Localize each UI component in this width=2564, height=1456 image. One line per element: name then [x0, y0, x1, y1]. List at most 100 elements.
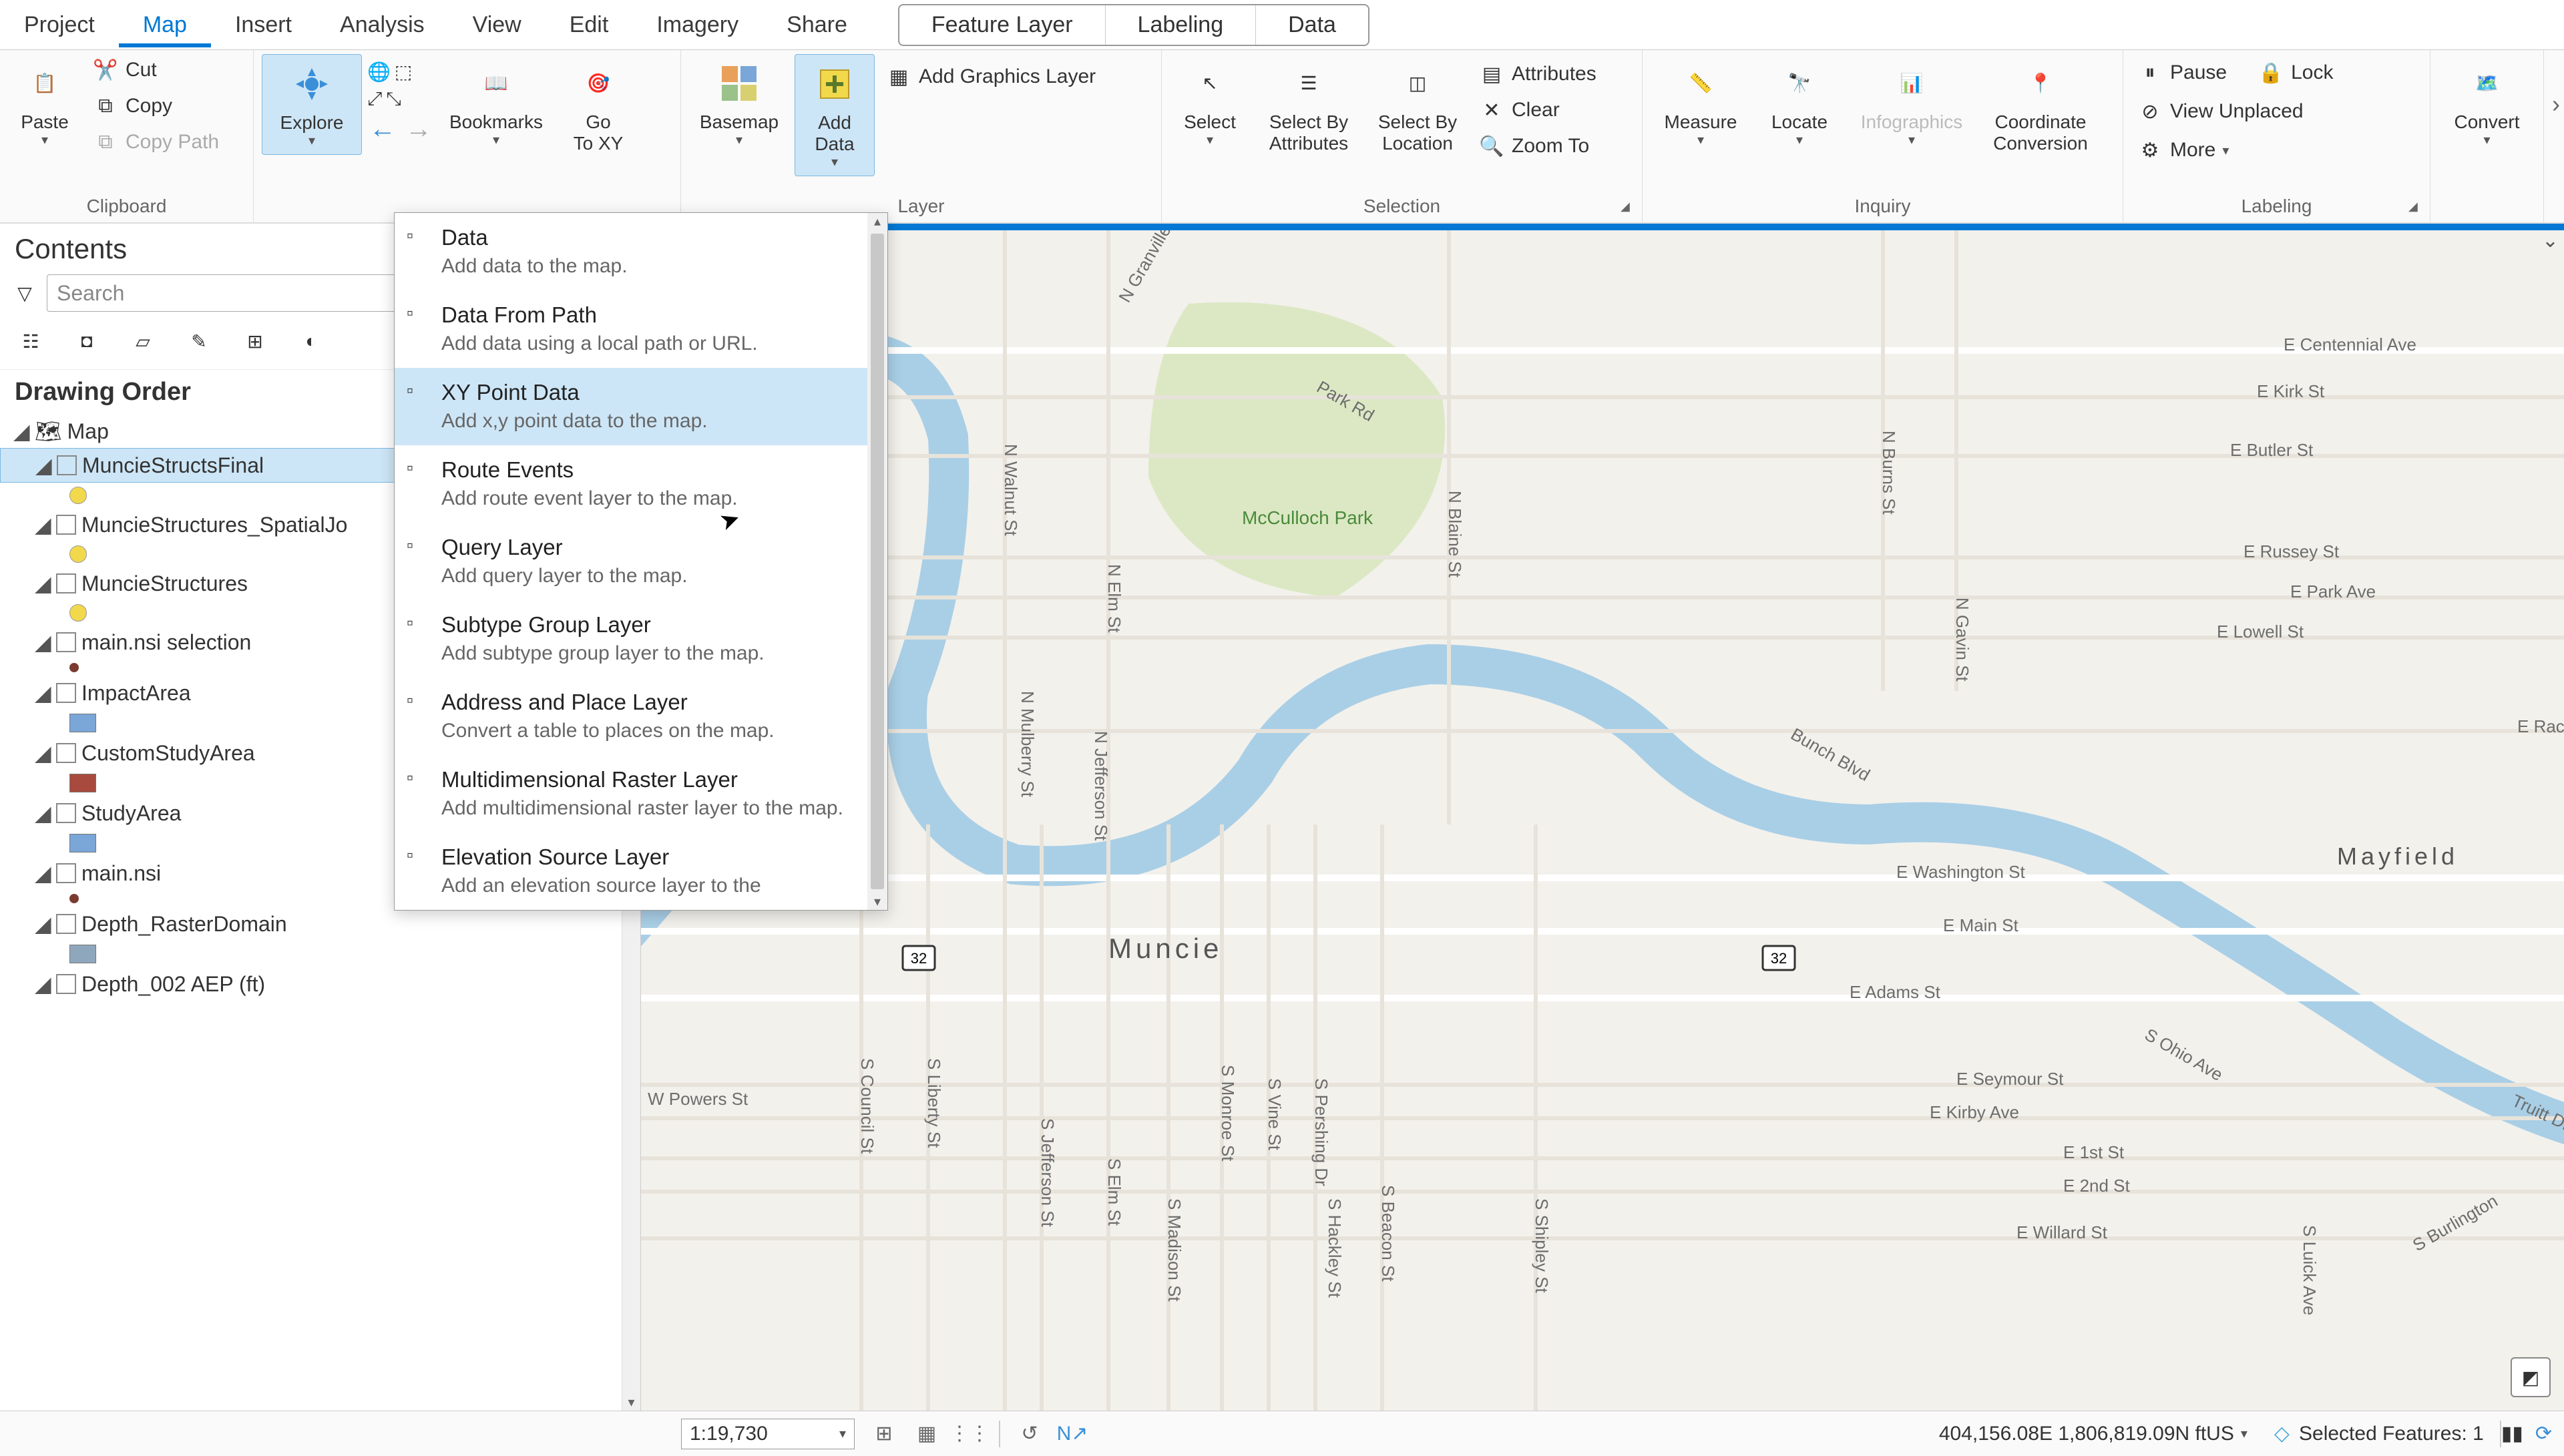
go-to-xy-button[interactable]: 🎯 Go To XY — [558, 54, 638, 160]
labeling-more-button[interactable]: ⚙More ▾ — [2131, 134, 2338, 166]
layer-row[interactable]: ◢Depth_002 AEP (ft) — [0, 967, 640, 1001]
context-tab-labeling[interactable]: Labeling — [1106, 5, 1257, 45]
refresh-button[interactable]: ⟳ — [2535, 1422, 2552, 1445]
visibility-checkbox[interactable] — [57, 455, 77, 475]
pause-drawing-button[interactable]: ▮▮ — [2501, 1422, 2523, 1445]
map-view[interactable]: ⌄ — [641, 224, 2564, 1411]
convert-button[interactable]: 🗺️ Convert▾ — [2438, 54, 2535, 154]
map-canvas[interactable]: 32 32 973 ft McCulloch Park Muncie Mayfi… — [641, 224, 2564, 1411]
layer-row[interactable]: ◢Depth_RasterDomain — [0, 907, 640, 941]
pause-labeling-button[interactable]: ⏸Pause — [2131, 57, 2232, 89]
expand-icon[interactable]: ◢ — [35, 512, 51, 537]
visibility-checkbox[interactable] — [56, 515, 76, 535]
tab-edit[interactable]: Edit — [546, 3, 633, 47]
dropdown-item[interactable]: ▫Multidimensional Raster LayerAdd multid… — [395, 755, 887, 832]
map-navigator-button[interactable]: ◩ — [2511, 1357, 2551, 1397]
visibility-checkbox[interactable] — [56, 914, 76, 934]
attributes-button[interactable]: ▤Attributes — [1473, 58, 1602, 90]
expand-icon[interactable]: ◢ — [35, 740, 51, 766]
filter-icon[interactable]: ▽ — [9, 278, 40, 308]
expand-icon[interactable]: ◢ — [13, 419, 29, 444]
dropdown-item[interactable]: ▫Route EventsAdd route event layer to th… — [395, 445, 887, 523]
copy-path-button[interactable]: ⧉Copy Path — [87, 126, 224, 158]
tab-analysis[interactable]: Analysis — [316, 3, 449, 47]
zoom-in-icon[interactable]: ⤢ — [367, 88, 382, 110]
dropdown-item[interactable]: ▫Elevation Source LayerAdd an elevation … — [395, 832, 887, 910]
paste-button[interactable]: 📋 Paste ▾ — [8, 54, 81, 154]
tab-insert[interactable]: Insert — [211, 3, 316, 47]
back-button[interactable]: ← — [369, 114, 396, 144]
expand-icon[interactable]: ◢ — [35, 911, 51, 937]
list-by-snapping[interactable]: ⊞ — [236, 322, 274, 360]
expand-icon[interactable]: ◢ — [35, 861, 51, 886]
select-by-location-button[interactable]: ◫ Select By Location — [1367, 54, 1468, 160]
tab-view[interactable]: View — [449, 3, 546, 47]
zoom-out-icon[interactable]: ⤡ — [386, 88, 401, 110]
dynamic-icon[interactable]: N↗ — [1059, 1421, 1086, 1447]
select-by-attributes-button[interactable]: ☰ Select By Attributes — [1255, 54, 1362, 160]
tab-map[interactable]: Map — [119, 3, 211, 47]
expand-icon[interactable]: ◢ — [35, 680, 51, 706]
list-by-selection[interactable]: ▱ — [124, 322, 162, 360]
basemap-button[interactable]: Basemap ▾ — [689, 54, 789, 154]
tab-project[interactable]: Project — [0, 3, 119, 47]
visibility-checkbox[interactable] — [56, 863, 76, 883]
clear-button[interactable]: ✕Clear — [1473, 94, 1602, 126]
grid-icon[interactable]: ▦ — [913, 1421, 940, 1447]
expand-icon[interactable]: ◢ — [35, 800, 51, 826]
lock-labeling-button[interactable]: 🔒Lock — [2252, 57, 2338, 89]
view-unplaced-button[interactable]: ⊘View Unplaced — [2131, 95, 2338, 128]
visibility-checkbox[interactable] — [56, 683, 76, 703]
visibility-checkbox[interactable] — [56, 803, 76, 823]
explore-button[interactable]: Explore ▾ — [262, 54, 362, 155]
constraints-icon[interactable]: ⋮⋮ — [956, 1421, 983, 1447]
measure-button[interactable]: 📏 Measure▾ — [1651, 54, 1751, 154]
select-button[interactable]: ↖ Select▾ — [1170, 54, 1250, 154]
bookmarks-button[interactable]: 📖 Bookmarks ▾ — [439, 54, 553, 154]
dropdown-item[interactable]: ▫Query LayerAdd query layer to the map. — [395, 523, 887, 600]
add-graphics-layer-button[interactable]: ▦Add Graphics Layer — [880, 61, 1101, 93]
locate-button[interactable]: 🔭 Locate▾ — [1756, 54, 1843, 154]
list-by-editing[interactable]: ✎ — [180, 322, 218, 360]
dropdown-scrollbar[interactable]: ▴▾ — [867, 213, 887, 910]
context-tab-data[interactable]: Data — [1256, 5, 1368, 45]
dropdown-item[interactable]: ▫DataAdd data to the map. — [395, 213, 887, 290]
visibility-checkbox[interactable] — [56, 974, 76, 994]
zoom-full-icon[interactable]: ⬚ — [395, 61, 412, 83]
snap-icon[interactable]: ⊞ — [871, 1421, 897, 1447]
layer-symbol[interactable] — [0, 941, 640, 967]
tab-share[interactable]: Share — [763, 3, 871, 47]
infographics-button[interactable]: 📊 Infographics▾ — [1848, 54, 1975, 154]
selected-features-display[interactable]: ◇Selected Features: 1 — [2274, 1422, 2484, 1445]
forward-button[interactable]: → — [405, 114, 432, 144]
list-by-source[interactable]: ◘ — [68, 322, 105, 360]
context-tab-feature-layer[interactable]: Feature Layer — [899, 5, 1106, 45]
add-data-button[interactable]: Add Data▾ — [795, 54, 875, 176]
visibility-checkbox[interactable] — [56, 743, 76, 763]
dropdown-item[interactable]: ▫Subtype Group LayerAdd subtype group la… — [395, 600, 887, 678]
cut-button[interactable]: ✂️Cut — [87, 54, 224, 86]
labeling-dialog-launcher[interactable]: ◢ — [2408, 200, 2424, 216]
coord-conversion-button[interactable]: 📍 Coordinate Conversion — [1980, 54, 2101, 160]
globe-icon[interactable]: 🌐 — [367, 61, 391, 83]
expand-icon[interactable]: ◢ — [35, 571, 51, 596]
dropdown-item[interactable]: ▫Data From PathAdd data using a local pa… — [395, 290, 887, 368]
copy-button[interactable]: ⧉Copy — [87, 90, 224, 122]
list-by-labeling[interactable]: ◐ — [292, 322, 330, 360]
scale-selector[interactable]: 1:19,730▾ — [681, 1419, 855, 1449]
collapse-map-button[interactable]: ⌄ — [2542, 229, 2559, 252]
expand-icon[interactable]: ◢ — [35, 453, 51, 478]
coordinates-display[interactable]: 404,156.08E 1,806,819.09N ftUS▾ — [1939, 1423, 2248, 1445]
selection-dialog-launcher[interactable]: ◢ — [1621, 200, 1637, 216]
dropdown-item[interactable]: ▫XY Point DataAdd x,y point data to the … — [395, 368, 887, 445]
tab-imagery[interactable]: Imagery — [632, 3, 763, 47]
zoom-to-button[interactable]: 🔍Zoom To — [1473, 130, 1602, 162]
list-by-drawing-order[interactable]: ☷ — [12, 322, 49, 360]
expand-icon[interactable]: ◢ — [35, 630, 51, 655]
corrections-icon[interactable]: ↺ — [1016, 1421, 1043, 1447]
dropdown-item[interactable]: ▫Address and Place LayerConvert a table … — [395, 678, 887, 755]
visibility-checkbox[interactable] — [56, 573, 76, 593]
ribbon-scroll-right[interactable]: › — [2552, 90, 2560, 118]
visibility-checkbox[interactable] — [56, 632, 76, 652]
expand-icon[interactable]: ◢ — [35, 971, 51, 997]
